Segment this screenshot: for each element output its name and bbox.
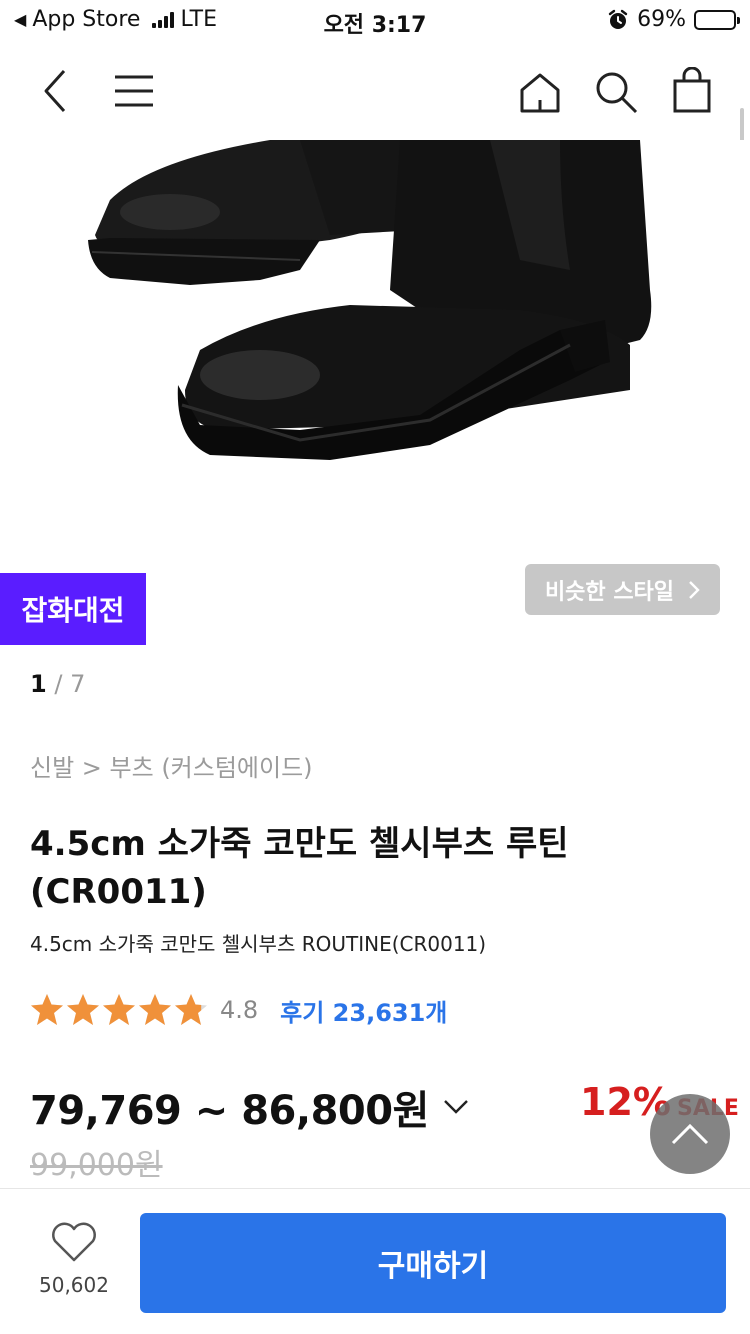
- nav-bar: [0, 40, 750, 178]
- product-title: 4.5cm 소가죽 코만도 첼시부츠 루틴(CR0011): [30, 824, 569, 912]
- alarm-icon: [608, 9, 628, 29]
- event-badge[interactable]: 잡화대전: [0, 573, 146, 645]
- buy-button[interactable]: 구매하기: [140, 1213, 726, 1313]
- back-button[interactable]: [30, 66, 80, 116]
- original-price: 99,000원: [30, 1148, 163, 1183]
- back-icon: [44, 69, 66, 113]
- product-subtitle: 4.5cm 소가죽 코만도 첼시부츠 ROUTINE(CR0011): [30, 932, 487, 956]
- star-icon: [31, 994, 63, 1025]
- status-bar: ◀ App Store LTE 오전 3:17 69%: [0, 0, 750, 40]
- pager-separator: /: [54, 670, 71, 698]
- like-count: 50,602: [39, 1273, 109, 1297]
- shopping-bag-icon: [673, 67, 711, 113]
- bottom-bar: 50,602 구매하기: [0, 1188, 750, 1334]
- status-right: 69%: [607, 7, 740, 32]
- boots-photo: [88, 140, 652, 460]
- similar-style-button[interactable]: 비슷한 스타일: [525, 564, 720, 615]
- search-icon: [596, 72, 638, 114]
- menu-button[interactable]: [106, 66, 162, 116]
- product-image[interactable]: [0, 140, 750, 560]
- pager-current: 1: [30, 670, 47, 698]
- battery-percent: 69%: [637, 7, 686, 32]
- pager-total: 7: [70, 670, 86, 698]
- home-icon: [520, 73, 560, 113]
- star-icon: [67, 994, 99, 1025]
- like-button[interactable]: 50,602: [24, 1221, 124, 1311]
- chevron-down-icon[interactable]: [443, 1099, 469, 1115]
- rating-stars: [30, 993, 208, 1027]
- star-icon: [139, 994, 171, 1025]
- star-icon: [103, 994, 135, 1025]
- image-pager: 1 / 7: [30, 670, 85, 698]
- menu-icon: [115, 75, 153, 107]
- similar-style-label: 비슷한 스타일: [544, 579, 675, 605]
- home-button[interactable]: [512, 64, 568, 120]
- scroll-top-button[interactable]: [650, 1094, 730, 1174]
- search-button[interactable]: [588, 64, 644, 120]
- chevron-right-icon: [689, 580, 700, 599]
- heart-icon: [52, 1222, 96, 1262]
- breadcrumb[interactable]: 신발 > 부츠 (커스텀에이드): [30, 748, 313, 783]
- star-icon: [175, 994, 207, 1025]
- cart-button[interactable]: [664, 62, 720, 118]
- chevron-up-icon: [671, 1123, 709, 1145]
- battery-icon: [694, 9, 740, 30]
- rating-row: 4.8 후기 23,631개: [30, 990, 447, 1030]
- price-row[interactable]: 79,769 ~ 86,800원: [30, 1078, 469, 1136]
- rating-value: 4.8: [220, 996, 259, 1024]
- price-range: 79,769 ~ 86,800원: [30, 1088, 429, 1134]
- reviews-link[interactable]: 후기 23,631개: [280, 993, 447, 1028]
